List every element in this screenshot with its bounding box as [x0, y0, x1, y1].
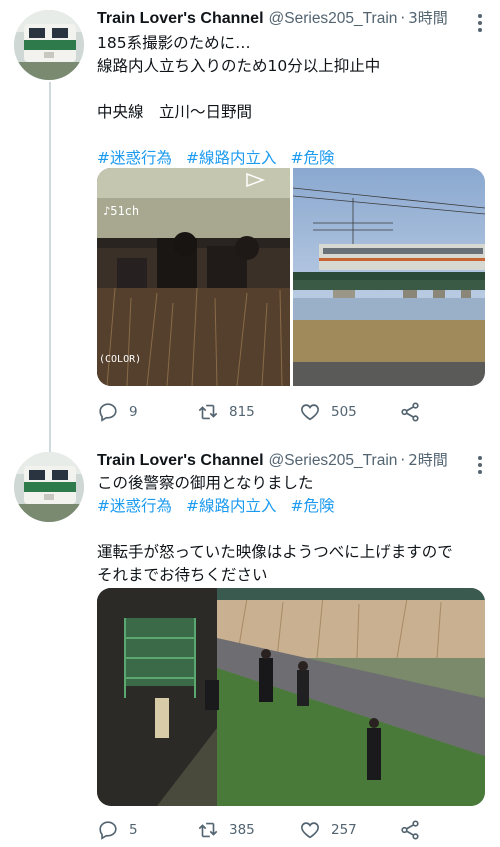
author-name[interactable]: Train Lover's Channel [97, 451, 264, 471]
like-button[interactable]: 257 [299, 819, 357, 841]
like-button[interactable]: 505 [299, 401, 357, 423]
hashtag[interactable]: #危険 [291, 497, 335, 515]
hashtag[interactable]: #危険 [291, 149, 335, 167]
media-image[interactable] [97, 588, 485, 806]
avatar[interactable] [14, 452, 84, 522]
hashtag[interactable]: #迷惑行為 [97, 149, 172, 167]
like-count: 505 [331, 404, 357, 420]
hashtags: #迷惑行為 #線路内立入 #危険 [97, 495, 486, 518]
hashtags: #迷惑行為 #線路内立入 #危険 [97, 147, 486, 170]
hashtag[interactable]: #迷惑行為 [97, 497, 172, 515]
like-icon [301, 404, 319, 421]
tweet-line: 線路内人立ち入りのため10分以上抑止中 [97, 57, 381, 75]
share-button[interactable] [399, 819, 431, 841]
author-name[interactable]: Train Lover's Channel [97, 9, 264, 29]
timestamp[interactable]: 3時間 [408, 8, 448, 28]
tweet-line: それまでお待ちください [97, 566, 268, 584]
timestamp[interactable]: 2時間 [408, 450, 448, 470]
tweet-line: 185系撮影のために… [97, 34, 251, 52]
hashtag[interactable]: #線路内立入 [186, 149, 277, 167]
tweet-actions: 9 815 505 [97, 401, 427, 427]
share-icon [401, 820, 419, 840]
tweet-line: 運転手が怒っていた映像はようつべに上げますので [97, 543, 453, 561]
media-image[interactable]: ♪51ch (COLOR) [97, 168, 290, 386]
retweet-icon [198, 822, 218, 838]
retweet-button[interactable]: 385 [197, 819, 255, 841]
media-image[interactable] [293, 168, 485, 386]
tweet-line: 中央線 立川〜日野間 [97, 103, 253, 121]
like-icon [301, 822, 319, 839]
author-handle[interactable]: @Series205_Train [269, 9, 398, 29]
like-count: 257 [331, 822, 357, 838]
retweet-icon [198, 404, 218, 420]
share-button[interactable] [399, 401, 431, 423]
tweet-line: この後警察の御用となりました [97, 474, 314, 492]
separator-dot: · [400, 451, 406, 469]
hashtag[interactable]: #線路内立入 [186, 497, 277, 515]
share-icon [401, 402, 419, 422]
more-icon[interactable] [478, 456, 484, 477]
reply-button[interactable]: 5 [97, 819, 138, 841]
retweet-button[interactable]: 815 [197, 401, 255, 423]
retweet-count: 385 [229, 822, 255, 838]
tweet-actions: 5 385 257 [97, 819, 427, 845]
reply-icon [99, 821, 117, 840]
avatar[interactable] [14, 10, 84, 80]
reply-count: 9 [129, 404, 138, 420]
thread-connector [49, 82, 51, 452]
author-handle[interactable]: @Series205_Train [269, 451, 398, 471]
video-overlay-label: (COLOR) [99, 354, 142, 365]
reply-button[interactable]: 9 [97, 401, 138, 423]
more-icon[interactable] [478, 14, 484, 35]
tweet-text: 185系撮影のために… 線路内人立ち入りのため10分以上抑止中 中央線 立川〜日… [97, 32, 486, 170]
tweet-text: この後警察の御用となりました #迷惑行為 #線路内立入 #危険 運転手が怒っていた映… [97, 472, 486, 587]
reply-icon [99, 403, 117, 422]
retweet-count: 815 [229, 404, 255, 420]
separator-dot: · [400, 9, 406, 27]
video-overlay-label: ♪51ch [103, 204, 140, 218]
reply-count: 5 [129, 822, 138, 838]
